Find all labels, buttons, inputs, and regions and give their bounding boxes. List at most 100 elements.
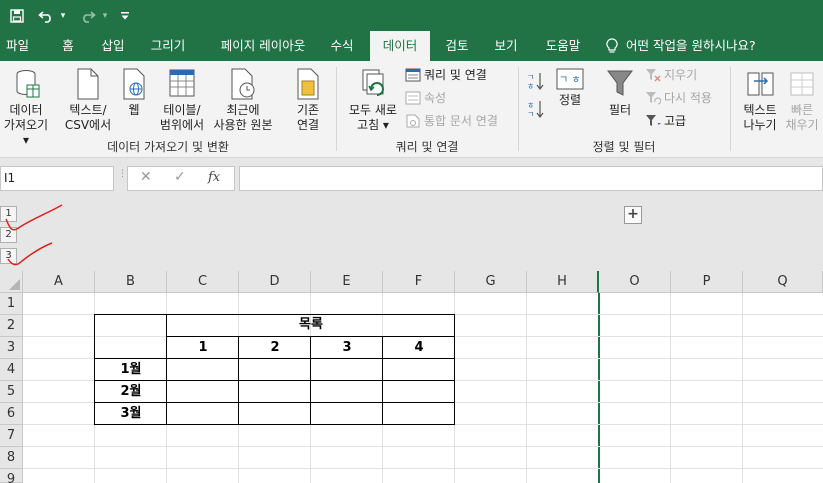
from-web-button[interactable]: 웹 [118,67,150,118]
edit-links-button[interactable]: 통합 문서 연결 [405,113,498,129]
formula-buttons: ✕ ✓ fx [127,166,235,191]
flash-fill-label-2: 채우기 [785,118,819,132]
redo-dropdown[interactable]: ▾ [99,0,111,31]
reapply-filter-button[interactable]: 다시 적용 [645,90,712,106]
tab-draw[interactable]: 그리기 [145,31,191,61]
queries-connections-label: 쿼리 및 연결 [424,68,487,82]
formula-bar-grip[interactable]: ⋮ [118,170,127,186]
header-cell-4[interactable]: 4 [383,337,455,359]
reapply-label: 다시 적용 [664,91,712,105]
header-cell-1[interactable]: 1 [167,337,239,359]
tab-home[interactable]: 홈 [53,31,83,61]
tab-formulas[interactable]: 수식 [325,31,359,61]
expand-group-button[interactable]: + [624,206,642,224]
sort-icon: ㄱ ㅎ [556,68,584,90]
undo-dropdown[interactable]: ▾ [57,0,69,31]
worksheet-grid[interactable]: A B C D E F G H O P Q 1 2 3 4 5 6 7 8 9 [0,271,823,483]
tab-file[interactable]: 파일 [0,31,35,61]
sort-button[interactable]: ㄱ ㅎ 정렬 [552,67,588,108]
clear-filter-button[interactable]: 지우기 [645,67,697,83]
save-icon[interactable] [6,0,28,31]
existing-connections-button[interactable]: 기존 연결 [286,67,330,133]
properties-label: 속성 [424,91,447,105]
group-separator [730,67,731,151]
advanced-filter-icon [646,115,661,128]
tell-me-box[interactable]: 어떤 작업을 원하시나요? [606,31,786,61]
tell-me-text: 어떤 작업을 원하시나요? [626,38,756,53]
recent-sources-button[interactable]: 최근에 사용한 원본 [208,67,278,133]
from-text-label-2: CSV에서 [64,118,112,132]
refresh-icon [362,69,384,96]
properties-icon [405,91,421,105]
get-data-button[interactable]: 데이터 가져오기 ▾ [2,67,50,148]
sort-ascending-button[interactable]: ㄱㅎ [526,71,544,91]
red-annotation-marks [5,204,63,266]
recent-sources-label-2: 사용한 원본 [213,118,273,132]
svg-text:ㅎ: ㅎ [527,82,534,91]
filter-button[interactable]: 필터 [600,67,640,118]
tab-help[interactable]: 도움말 [540,31,586,61]
edit-links-label: 통합 문서 연결 [424,114,498,128]
queries-icon [405,68,421,82]
tab-page-layout[interactable]: 페이지 레이아웃 [208,31,318,61]
advanced-filter-button[interactable]: 고급 [645,113,686,129]
formula-input[interactable] [239,166,823,191]
tab-view[interactable]: 보기 [489,31,523,61]
text-to-columns-button[interactable]: 텍스트 나누기 [736,67,784,133]
svg-text:ㄱ: ㄱ [527,110,534,119]
from-text-csv-button[interactable]: 텍스트/ CSV에서 [60,67,116,133]
tab-data[interactable]: 데이터 [370,31,430,61]
row-label-cell-feb[interactable]: 2월 [95,381,167,403]
sort-ascending-icon: ㄱㅎ [527,73,544,91]
queries-connections-button[interactable]: 쿼리 및 연결 [405,67,487,83]
clear-filter-icon [646,69,661,82]
enter-icon[interactable]: ✓ [174,169,186,185]
group-sort-filter-label: 정렬 및 필터 [592,140,656,154]
get-data-label-1: 데이터 [9,103,43,117]
tab-review[interactable]: 검토 [440,31,474,61]
existing-connections-label-1: 기존 [296,103,320,117]
ribbon-data: 데이터 가져오기 ▾ 텍스트/ CSV에서 웹 테이블/ 범위에서 최근에 사용… [0,61,823,158]
properties-button[interactable]: 속성 [405,90,446,106]
sort-descending-button[interactable]: ㅎㄱ [526,99,544,119]
reapply-icon [646,92,661,105]
tab-insert[interactable]: 삽입 [96,31,130,61]
refresh-all-button[interactable]: 모두 새로 고침 ▾ [344,67,402,133]
formula-bar: I1 ⋮ ✕ ✓ fx [0,158,823,201]
text-to-columns-label-2: 나누기 [743,118,777,132]
flash-fill-label-1: 빠른 [790,103,814,117]
database-icon [16,70,40,98]
cancel-icon[interactable]: ✕ [140,169,152,185]
redo-icon[interactable] [78,0,98,31]
insert-function-icon[interactable]: fx [208,170,220,185]
flash-fill-button[interactable]: 빠른 채우기 [784,67,820,133]
sort-label: 정렬 [558,93,582,107]
header-cell-3[interactable]: 3 [311,337,383,359]
flash-fill-icon [790,72,814,96]
name-box[interactable]: I1 [0,166,114,191]
ribbon-tabs: 파일 홈 삽입 그리기 페이지 레이아웃 수식 데이터 검토 보기 도움말 어떤… [0,31,823,61]
group-get-transform-label: 데이터 가져오기 및 변환 [107,140,229,154]
svg-text:ㄱ: ㄱ [527,73,534,82]
from-table-button[interactable]: 테이블/ 범위에서 [156,67,208,133]
undo-icon[interactable] [36,0,56,31]
customize-icon[interactable] [117,0,133,31]
edit-links-icon [406,114,420,128]
header-cell-2[interactable]: 2 [239,337,311,359]
web-icon [123,68,145,100]
text-to-columns-icon [747,72,774,96]
from-table-label-2: 범위에서 [159,118,205,132]
from-table-label-1: 테이블/ [163,103,201,117]
recent-sources-icon [231,68,255,100]
table-title-cell[interactable]: 목록 [167,314,455,336]
group-queries-label: 쿼리 및 연결 [395,140,459,154]
title-bar: ▾ ▾ [0,0,823,31]
filter-label: 필터 [608,103,632,117]
row-label-cell-mar[interactable]: 3월 [95,403,167,425]
sort-descending-icon: ㅎㄱ [527,101,544,119]
row-label-cell-jan[interactable]: 1월 [95,359,167,381]
from-text-label-1: 텍스트/ [69,103,107,117]
refresh-all-label-2: 고침 ▾ [357,118,389,132]
lightbulb-icon [606,38,618,53]
advanced-label: 고급 [664,114,687,128]
